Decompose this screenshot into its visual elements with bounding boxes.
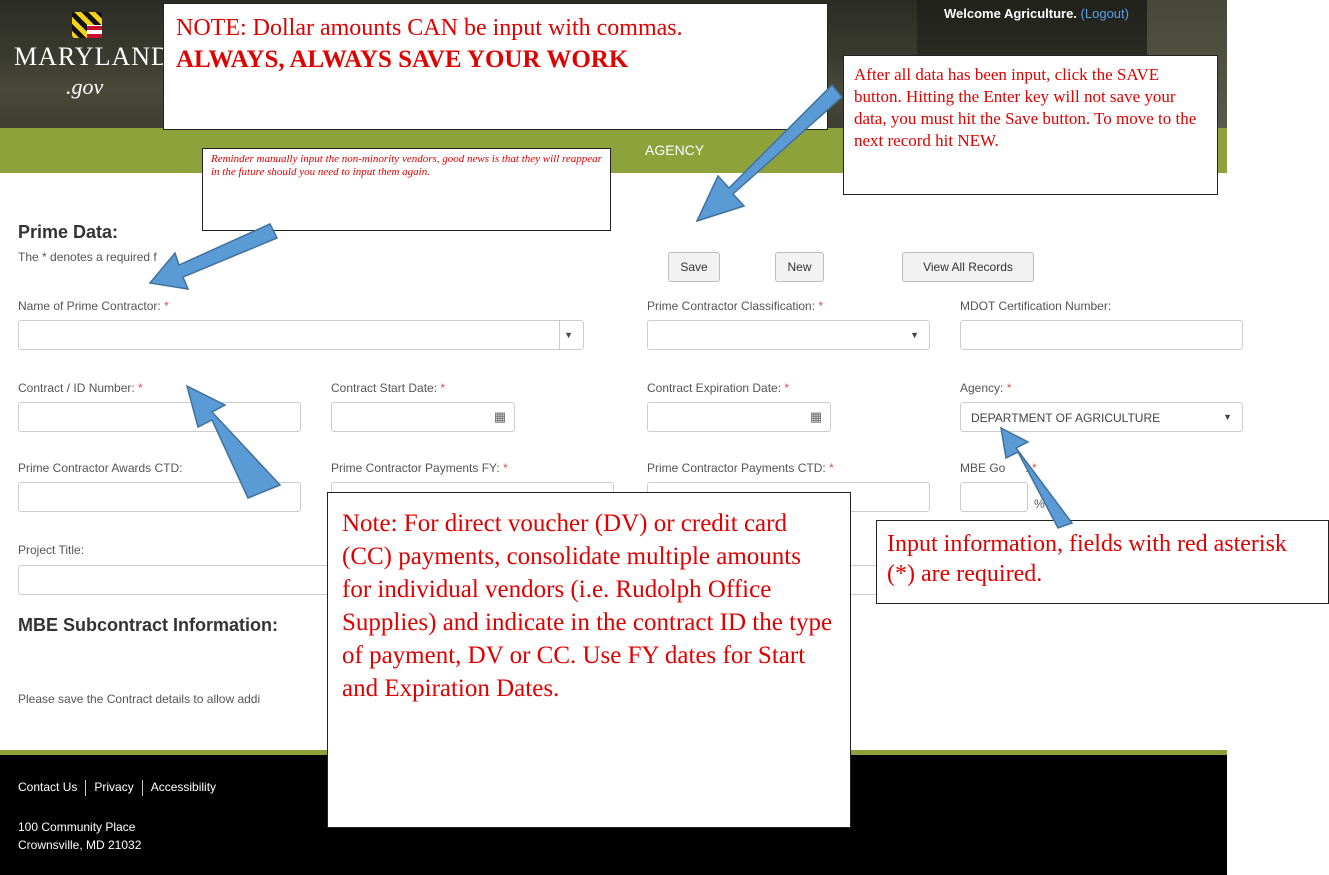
- contract-expiration-label: Contract Expiration Date: *: [647, 381, 789, 395]
- awards-ctd-input[interactable]: [18, 482, 301, 512]
- label-text: MBE Go: [960, 461, 1006, 475]
- welcome-message: Welcome Agriculture. (Logout): [944, 6, 1129, 21]
- required-star: *: [440, 381, 446, 395]
- awards-ctd-label: Prime Contractor Awards CTD:: [18, 461, 183, 475]
- select-divider: [559, 321, 560, 349]
- calendar-icon[interactable]: ▦: [802, 403, 830, 431]
- logo-state: MARYLAND: [14, 42, 171, 71]
- mbe-goal-input[interactable]: [960, 482, 1028, 512]
- label-text: Agency:: [960, 381, 1004, 395]
- prime-contractor-name-label: Name of Prime Contractor: *: [18, 299, 169, 313]
- callout-dv-cc: Note: For direct voucher (DV) or credit …: [327, 492, 851, 828]
- view-all-records-button[interactable]: View All Records: [902, 252, 1034, 282]
- agency-label: Agency: *: [960, 381, 1011, 395]
- required-star: *: [164, 299, 169, 313]
- mdot-cert-label: MDOT Certification Number:: [960, 299, 1112, 313]
- nav-item-agency[interactable]: AGENCY: [645, 142, 704, 158]
- callout-required: Input information, fields with red aster…: [876, 520, 1329, 604]
- prime-contractor-name-select[interactable]: ▼: [18, 320, 584, 350]
- payments-fy-label: Prime Contractor Payments FY: *: [331, 461, 508, 475]
- mbe-goal-label: MBE Go: *: [960, 461, 1037, 475]
- callout-commas-save: NOTE: Dollar amounts CAN be input with c…: [163, 3, 828, 130]
- mbe-save-note: Please save the Contract details to allo…: [18, 692, 261, 706]
- footer-link-accessibility[interactable]: Accessibility: [151, 780, 216, 794]
- chevron-down-icon: ▼: [564, 330, 573, 340]
- footer-address-line1: 100 Community Place: [18, 820, 136, 834]
- contract-expiration-date-input[interactable]: ▦: [647, 402, 831, 432]
- label-text: Prime Contractor Payments CTD:: [647, 461, 826, 475]
- callout-save-button: After all data has been input, click the…: [843, 55, 1218, 195]
- maryland-gov-logo[interactable]: MARYLAND .gov: [14, 12, 170, 104]
- label-text: Contract Start Date:: [331, 381, 438, 395]
- welcome-text: Welcome Agriculture.: [944, 6, 1077, 21]
- agency-selected-value: DEPARTMENT OF AGRICULTURE: [971, 411, 1161, 425]
- footer-address-line2: Crownsville, MD 21032: [18, 838, 142, 852]
- footer-separator: [141, 780, 143, 796]
- required-star: *: [818, 299, 824, 313]
- callout-commas-text: NOTE: Dollar amounts CAN be input with c…: [176, 15, 683, 41]
- contract-id-label: Contract / ID Number: *: [18, 381, 143, 395]
- save-button[interactable]: Save: [668, 252, 720, 282]
- label-text: Contract Expiration Date:: [647, 381, 782, 395]
- label-text: Contract / ID Number:: [18, 381, 135, 395]
- required-star: *: [138, 381, 143, 395]
- prime-contractor-classification-select[interactable]: ▼: [647, 320, 930, 350]
- label-text: Prime Contractor Classification:: [647, 299, 816, 313]
- footer-link-contact[interactable]: Contact Us: [18, 780, 77, 794]
- prime-contractor-classification-label: Prime Contractor Classification: *: [647, 299, 823, 313]
- required-note: The * denotes a required f: [18, 250, 157, 264]
- callout-reminder: Reminder manually input the non-minority…: [202, 148, 611, 231]
- footer-separator: [85, 780, 87, 796]
- new-button[interactable]: New: [775, 252, 824, 282]
- contract-start-label: Contract Start Date: *: [331, 381, 445, 395]
- maryland-flag-icon: [72, 12, 102, 38]
- arrow-to-agency: [1000, 426, 1074, 529]
- project-title-label: Project Title:: [18, 543, 85, 557]
- footer-links: Contact Us Privacy Accessibility: [18, 780, 216, 796]
- payments-ctd-label: Prime Contractor Payments CTD: *: [647, 461, 834, 475]
- arrow-to-required-note: [148, 223, 279, 290]
- required-star: *: [503, 461, 508, 475]
- label-tail: :: [1025, 461, 1029, 475]
- callout-save-text: ALWAYS, ALWAYS SAVE YOUR WORK: [176, 46, 629, 73]
- percent-suffix: %: [1034, 497, 1045, 511]
- mbe-subcontract-title: MBE Subcontract Information:: [18, 615, 278, 635]
- chevron-down-icon: ▼: [1223, 412, 1232, 422]
- footer-link-privacy[interactable]: Privacy: [94, 780, 133, 794]
- mdot-cert-input[interactable]: [960, 320, 1243, 350]
- logo-domain: .gov: [66, 74, 104, 99]
- label-text: Prime Contractor Payments FY:: [331, 461, 500, 475]
- required-star: *: [1032, 461, 1037, 475]
- contract-id-input[interactable]: [18, 402, 301, 432]
- agency-select[interactable]: DEPARTMENT OF AGRICULTURE ▼: [960, 402, 1243, 432]
- required-star: *: [829, 461, 834, 475]
- label-text: Name of Prime Contractor:: [18, 299, 161, 313]
- logout-link[interactable]: (Logout): [1081, 6, 1129, 21]
- prime-data-title: Prime Data:: [18, 222, 119, 242]
- calendar-icon[interactable]: ▦: [486, 403, 514, 431]
- chevron-down-icon: ▼: [910, 330, 919, 340]
- required-star: *: [784, 381, 790, 395]
- required-star: *: [1006, 381, 1012, 395]
- contract-start-date-input[interactable]: ▦: [331, 402, 515, 432]
